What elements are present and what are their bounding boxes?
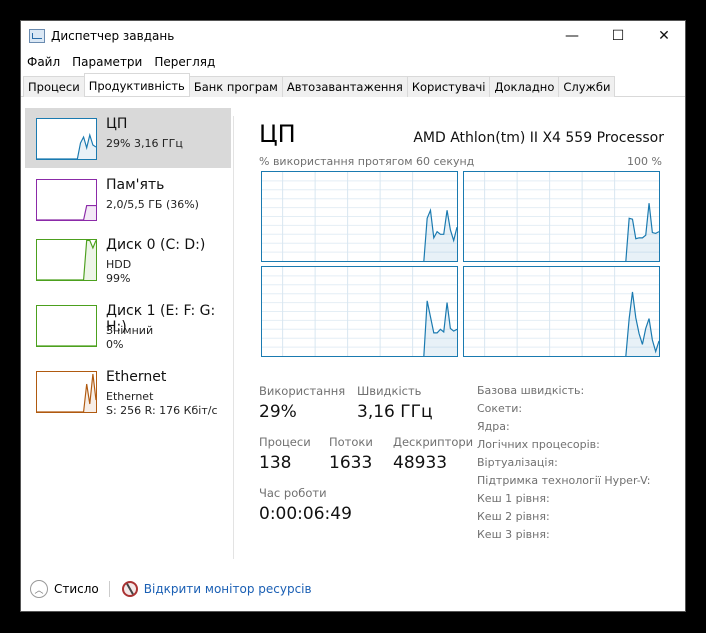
menu-bar: Файл Параметри Перегляд bbox=[21, 52, 221, 72]
resource-memory[interactable]: Пам'ять 2,0/5,5 ГБ (36%) bbox=[25, 169, 231, 229]
resource-detail: Ethernet bbox=[106, 390, 154, 403]
task-manager-icon bbox=[29, 29, 45, 43]
tab-users[interactable]: Користувачі bbox=[406, 76, 491, 97]
pane-divider[interactable] bbox=[233, 116, 234, 559]
fewer-details-button[interactable]: Стисло bbox=[54, 582, 99, 596]
l1-cache-label: Кеш 1 рівня: bbox=[477, 492, 550, 505]
resource-usage: 0% bbox=[106, 338, 124, 351]
resource-detail: Знімний bbox=[106, 324, 154, 337]
resource-ethernet[interactable]: Ethernet Ethernet S: 256 R: 176 Кбіт/с bbox=[25, 361, 231, 421]
virtualization-label: Віртуалізація: bbox=[477, 456, 558, 469]
base-speed-label: Базова швидкість: bbox=[477, 384, 585, 397]
usage-area bbox=[625, 203, 659, 261]
menu-options[interactable]: Параметри bbox=[66, 52, 148, 72]
processes-label: Процеси bbox=[259, 435, 311, 449]
open-resource-monitor-link[interactable]: Відкрити монітор ресурсів bbox=[144, 582, 312, 596]
resource-usage: 99% bbox=[106, 272, 131, 285]
footer: ︿ Стисло Відкрити монітор ресурсів bbox=[21, 569, 685, 609]
handles-value: 48933 bbox=[393, 453, 448, 473]
resource-disk-0[interactable]: Диск 0 (C: D:) HDD 99% bbox=[25, 229, 231, 289]
tab-processes[interactable]: Процеси bbox=[23, 76, 85, 97]
usage-area bbox=[37, 240, 96, 280]
resource-name: ЦП bbox=[106, 116, 128, 132]
resource-throughput: S: 256 R: 176 Кбіт/с bbox=[106, 404, 218, 417]
tab-services[interactable]: Служби bbox=[558, 76, 616, 97]
ethernet-thumbnail-graph bbox=[36, 371, 97, 413]
usage-area bbox=[37, 374, 96, 412]
usage-value: 29% bbox=[259, 402, 297, 422]
hyper-v-label: Підтримка технології Hyper-V: bbox=[477, 474, 651, 487]
resource-detail: 2,0/5,5 ГБ (36%) bbox=[106, 198, 199, 211]
maximize-button[interactable]: ☐ bbox=[595, 21, 641, 51]
speed-label: Швидкість bbox=[357, 384, 422, 398]
sockets-label: Сокети: bbox=[477, 402, 523, 415]
uptime-value: 0:00:06:49 bbox=[259, 504, 352, 524]
l3-cache-label: Кеш 3 рівня: bbox=[477, 528, 550, 541]
core-graph-3 bbox=[261, 266, 458, 357]
tab-performance[interactable]: Продуктивність bbox=[83, 73, 190, 96]
page-title: ЦП bbox=[259, 120, 296, 148]
logical-processors-label: Логічних процесорів: bbox=[477, 438, 600, 451]
cpu-model: AMD Athlon(tm) II X4 559 Processor bbox=[413, 130, 664, 146]
processes-value: 138 bbox=[259, 453, 292, 473]
resource-name: Диск 0 (C: D:) bbox=[106, 237, 206, 253]
memory-thumbnail-graph bbox=[36, 179, 97, 221]
task-manager-window: Диспетчер завдань — ☐ ✕ Файл Параметри П… bbox=[20, 20, 686, 612]
usage-label: Використання bbox=[259, 384, 346, 398]
tab-bar: Процеси Продуктивність Банк програм Авто… bbox=[21, 73, 685, 97]
title-bar: Диспетчер завдань — ☐ ✕ bbox=[21, 21, 685, 51]
l2-cache-label: Кеш 2 рівня: bbox=[477, 510, 550, 523]
cpu-thumbnail-graph bbox=[36, 118, 97, 160]
resource-monitor-icon bbox=[121, 581, 138, 597]
menu-view[interactable]: Перегляд bbox=[148, 52, 221, 72]
chevron-up-icon[interactable]: ︿ bbox=[30, 580, 48, 598]
graph-caption: % використання протягом 60 секунд bbox=[259, 155, 475, 168]
tab-app-history[interactable]: Банк програм bbox=[188, 76, 283, 97]
window-title: Диспетчер завдань bbox=[51, 29, 175, 43]
menu-file[interactable]: Файл bbox=[21, 52, 66, 72]
threads-label: Потоки bbox=[329, 435, 373, 449]
cores-label: Ядра: bbox=[477, 420, 510, 433]
graph-max-label: 100 % bbox=[627, 155, 662, 168]
speed-value: 3,16 ГГц bbox=[357, 402, 433, 422]
tab-startup[interactable]: Автозавантаження bbox=[281, 76, 408, 97]
divider bbox=[108, 581, 110, 597]
tab-details[interactable]: Докладно bbox=[489, 76, 560, 97]
uptime-label: Час роботи bbox=[259, 486, 327, 500]
usage-area bbox=[37, 205, 96, 220]
threads-value: 1633 bbox=[329, 453, 373, 473]
core-graph-2 bbox=[463, 171, 660, 262]
resource-name: Ethernet bbox=[106, 369, 167, 385]
resource-cpu[interactable]: ЦП 29% 3,16 ГГц bbox=[25, 108, 231, 168]
core-graph-4 bbox=[463, 266, 660, 357]
close-button[interactable]: ✕ bbox=[641, 21, 687, 51]
resource-detail: HDD bbox=[106, 258, 132, 271]
disk1-thumbnail-graph bbox=[36, 305, 97, 347]
handles-label: Дескриптори bbox=[393, 435, 474, 449]
minimize-button[interactable]: — bbox=[549, 21, 595, 51]
core-graph-1 bbox=[261, 171, 458, 262]
resource-list: ЦП 29% 3,16 ГГц Пам'ять 2,0/5,5 ГБ (36%)… bbox=[23, 98, 231, 568]
resource-detail: 29% 3,16 ГГц bbox=[106, 137, 183, 150]
resource-disk-1[interactable]: Диск 1 (E: F: G: H:) Знімний 0% bbox=[25, 295, 231, 355]
cpu-details: ЦП AMD Athlon(tm) II X4 559 Processor % … bbox=[259, 98, 664, 568]
disk0-thumbnail-graph bbox=[36, 239, 97, 281]
resource-name: Пам'ять bbox=[106, 177, 165, 193]
